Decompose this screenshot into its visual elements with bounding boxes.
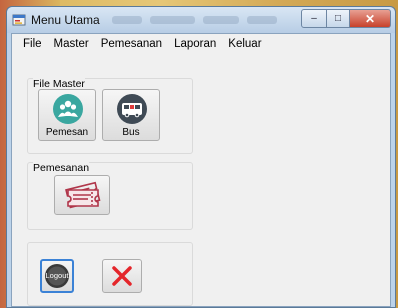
pemesanan-group: Pemesanan (27, 162, 193, 230)
close-x-icon (112, 266, 132, 286)
background-tabs (112, 13, 332, 27)
bus-icon (117, 94, 147, 124)
file-master-group: File Master Pemesan Bus (27, 78, 193, 154)
main-window: Menu Utama ‒ □ ✕ File Master Pemesanan L… (6, 6, 396, 308)
menu-bar: File Master Pemesanan Laporan Keluar (12, 34, 390, 54)
pemesan-label: Pemesan (45, 127, 89, 138)
ticket-icon (65, 181, 101, 209)
pemesanan-ticket-button[interactable] (54, 175, 110, 215)
users-icon (53, 94, 83, 124)
minimize-button[interactable]: ‒ (301, 9, 327, 28)
window-controls: ‒ □ ✕ (301, 9, 391, 28)
app-form-icon (12, 14, 26, 26)
bus-label: Bus (122, 127, 140, 138)
pemesanan-title: Pemesanan (33, 162, 90, 174)
menu-file[interactable]: File (17, 38, 48, 50)
menu-master[interactable]: Master (48, 38, 95, 50)
pemesan-button[interactable]: Pemesan (38, 89, 96, 141)
window-title: Menu Utama (31, 13, 100, 27)
title-bar: Menu Utama ‒ □ ✕ (7, 7, 395, 33)
exit-button[interactable] (102, 259, 142, 293)
menu-laporan[interactable]: Laporan (168, 38, 222, 50)
client-area: File Master Pemesanan Laporan Keluar Fil… (11, 33, 391, 307)
actions-group: Logout (27, 242, 193, 306)
logout-button[interactable]: Logout (40, 259, 74, 293)
menu-keluar[interactable]: Keluar (222, 38, 267, 50)
logout-label: Logout (45, 271, 69, 280)
maximize-button[interactable]: □ (327, 9, 350, 28)
menu-pemesanan[interactable]: Pemesanan (95, 38, 168, 50)
close-button[interactable]: ✕ (350, 9, 391, 28)
bus-button[interactable]: Bus (102, 89, 160, 141)
